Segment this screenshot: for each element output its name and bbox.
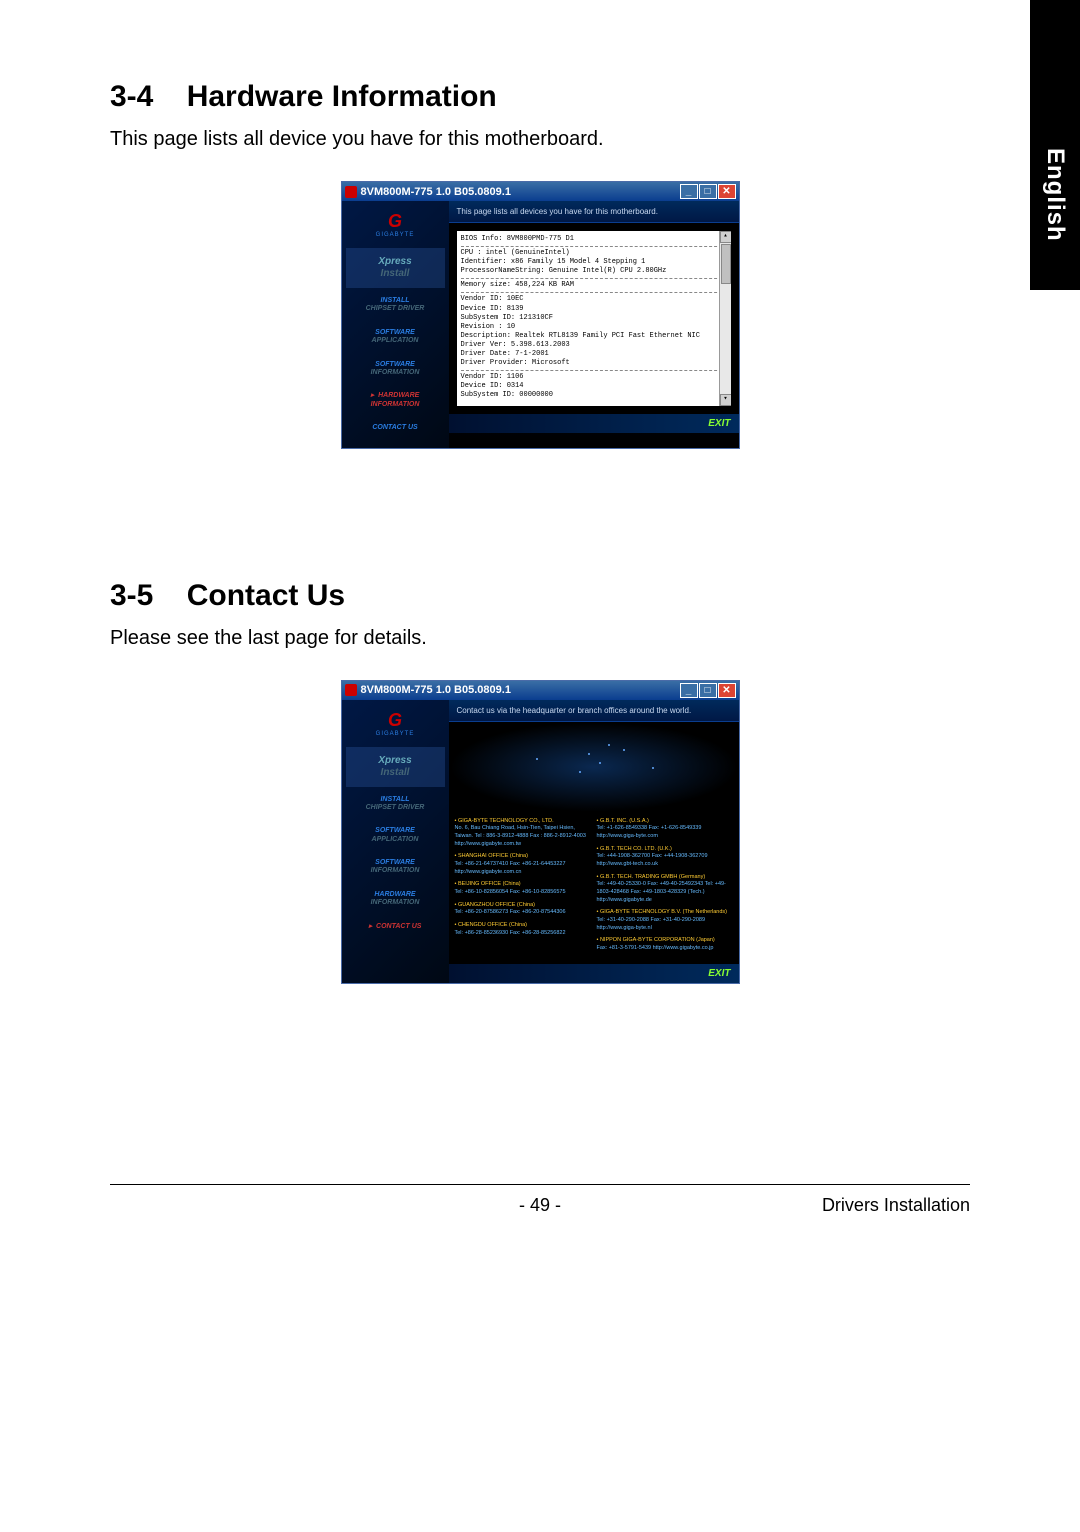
divider (461, 292, 727, 293)
hw-dev1-driver-date: Driver Date: 7-1-2001 (461, 350, 727, 359)
section-hw-heading: 3-4 Hardware Information (110, 80, 970, 114)
hw-dev1-subsystem: SubSystem ID: 121310CF (461, 314, 727, 323)
logo-icon: G (350, 211, 441, 232)
hw-info-window: 8VM800M-775 1.0 B05.0809.1 _ □ ✕ G GIGAB… (341, 181, 740, 449)
contact-shanghai: • SHANGHAI OFFICE (China) Tel: +86-21-64… (455, 853, 591, 876)
menu-install-chipset[interactable]: INSTALL CHIPSET DRIVER (346, 790, 445, 819)
hw-info-list: BIOS Info: 8VM800PMD-775 D1 CPU : intel … (457, 231, 731, 406)
exit-button[interactable]: EXIT (708, 968, 730, 979)
window-title: 8VM800M-775 1.0 B05.0809.1 (361, 684, 511, 696)
page-footer: - 49 - Drivers Installation (110, 1184, 970, 1216)
titlebar: 8VM800M-775 1.0 B05.0809.1 _ □ ✕ (342, 681, 739, 700)
section-title: Contact Us (187, 579, 345, 612)
contact-taiwan: • GIGA-BYTE TECHNOLOGY CO., LTD. No. 6, … (455, 818, 591, 849)
section-number: 3-5 (110, 579, 153, 612)
contact-chengdu: • CHENGDU OFFICE (China) Tel: +86-28-852… (455, 922, 591, 937)
hw-dev2-subsystem: SubSystem ID: 00000000 (461, 391, 727, 400)
logo: G GIGABYTE (346, 207, 445, 242)
scroll-up-button[interactable]: ▴ (720, 231, 731, 243)
logo-icon: G (350, 710, 441, 731)
maximize-button[interactable]: □ (699, 184, 717, 199)
sidebar: G GIGABYTE Xpress Install INSTALL CHIPSE… (342, 201, 449, 448)
hw-cpu-brand: CPU : intel (GenuineIntel) (461, 249, 727, 258)
contact-usa: • G.B.T. INC. (U.S.A.) Tel: +1-626-85493… (597, 818, 733, 841)
menu-xpress-install[interactable]: Xpress Install (346, 248, 445, 288)
footer-label: Drivers Installation (822, 1195, 970, 1216)
section-title: Hardware Information (187, 80, 497, 113)
close-button[interactable]: ✕ (718, 184, 736, 199)
hw-bios: BIOS Info: 8VM800PMD-775 D1 (461, 235, 727, 244)
section-contact-desc: Please see the last page for details. (110, 627, 970, 650)
contact-netherlands: • GIGA-BYTE TECHNOLOGY B.V. (The Netherl… (597, 909, 733, 932)
app-icon (345, 684, 357, 696)
contact-window: 8VM800M-775 1.0 B05.0809.1 _ □ ✕ G GIGAB… (341, 680, 740, 984)
main-panel: This page lists all devices you have for… (449, 201, 739, 448)
menu-hardware-information[interactable]: HARDWARE INFORMATION (346, 386, 445, 415)
menu-xpress-install[interactable]: Xpress Install (346, 747, 445, 787)
menu-contact-us[interactable]: CONTACT US (346, 917, 445, 937)
contact-beijing: • BEIJING OFFICE (China) Tel: +86-10-828… (455, 881, 591, 896)
logo: G GIGABYTE (346, 706, 445, 741)
hw-dev1-desc: Description: Realtek RTL8139 Family PCI … (461, 332, 727, 341)
divider (461, 246, 727, 247)
section-hw-desc: This page lists all device you have for … (110, 128, 970, 151)
contact-japan: • NIPPON GIGA-BYTE CORPORATION (Japan) F… (597, 937, 733, 952)
footer-bar: EXIT (449, 414, 739, 433)
close-button[interactable]: ✕ (718, 683, 736, 698)
menu-software-information[interactable]: SOFTWARE INFORMATION (346, 853, 445, 882)
maximize-button[interactable]: □ (699, 683, 717, 698)
page-number: - 49 - (519, 1195, 561, 1216)
contact-germany: • G.B.T. TECH. TRADING GMBH (Germany) Te… (597, 874, 733, 905)
hw-dev1-driver-provider: Driver Provider: Microsoft (461, 359, 727, 368)
menu-software-application[interactable]: SOFTWARE APPLICATION (346, 821, 445, 850)
contact-list: • GIGA-BYTE TECHNOLOGY CO., LTD. No. 6, … (449, 812, 739, 964)
contact-uk: • G.B.T. TECH CO. LTD. (U.K.) Tel: +44-1… (597, 846, 733, 869)
hw-memory: Memory size: 458,224 KB RAM (461, 281, 727, 290)
titlebar: 8VM800M-775 1.0 B05.0809.1 _ □ ✕ (342, 182, 739, 201)
section-number: 3-4 (110, 80, 153, 113)
hw-dev1-device: Device ID: 8139 (461, 305, 727, 314)
hw-banner: This page lists all devices you have for… (449, 201, 739, 223)
main-panel: Contact us via the headquarter or branch… (449, 700, 739, 983)
logo-text: GIGABYTE (350, 232, 441, 238)
hw-dev2-vendor: Vendor ID: 1106 (461, 373, 727, 382)
minimize-button[interactable]: _ (680, 683, 698, 698)
menu-install-chipset[interactable]: INSTALL CHIPSET DRIVER (346, 291, 445, 320)
hw-dev2-device: Device ID: 0314 (461, 382, 727, 391)
scroll-thumb[interactable] (721, 244, 731, 284)
hw-dev1-vendor: Vendor ID: 10EC (461, 295, 727, 304)
sidebar: G GIGABYTE Xpress Install INSTALL CHIPSE… (342, 700, 449, 983)
window-title: 8VM800M-775 1.0 B05.0809.1 (361, 186, 511, 198)
logo-text: GIGABYTE (350, 731, 441, 737)
section-contact-heading: 3-5 Contact Us (110, 579, 970, 613)
menu-hardware-information[interactable]: HARDWARE INFORMATION (346, 885, 445, 914)
divider (461, 370, 727, 371)
scroll-down-button[interactable]: ▾ (720, 394, 731, 406)
footer-bar: EXIT (449, 964, 739, 983)
minimize-button[interactable]: _ (680, 184, 698, 199)
hw-dev1-driver-ver: Driver Ver: 5.398.613.2003 (461, 341, 727, 350)
menu-software-information[interactable]: SOFTWARE INFORMATION (346, 355, 445, 384)
hw-cpu-name: ProcessorNameString: Genuine Intel(R) CP… (461, 267, 727, 276)
contact-guangzhou: • GUANGZHOU OFFICE (China) Tel: +86-20-8… (455, 902, 591, 917)
app-icon (345, 186, 357, 198)
exit-button[interactable]: EXIT (708, 418, 730, 429)
world-map (449, 722, 739, 812)
contact-banner: Contact us via the headquarter or branch… (449, 700, 739, 722)
menu-contact-us[interactable]: CONTACT US (346, 418, 445, 438)
hw-dev1-revision: Revision : 10 (461, 323, 727, 332)
hw-cpu-identifier: Identifier: x86 Family 15 Model 4 Steppi… (461, 258, 727, 267)
menu-software-application[interactable]: SOFTWARE APPLICATION (346, 323, 445, 352)
divider (461, 278, 727, 279)
scrollbar[interactable]: ▴ ▾ (719, 231, 731, 406)
